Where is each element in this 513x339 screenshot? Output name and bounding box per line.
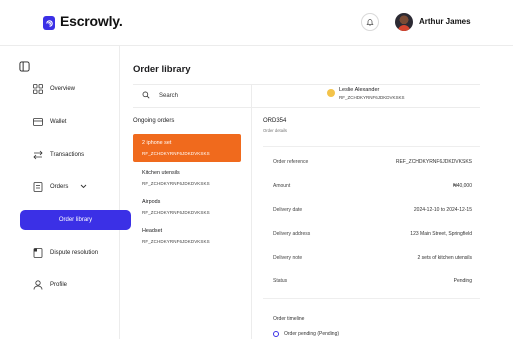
merchant-name: Leslie Alexander — [339, 87, 380, 93]
order-ref: RF_ZCHDKYRNF6JDKDVKSKS — [142, 239, 210, 244]
order-name: Airpods — [142, 199, 161, 205]
detail-key: Delivery note — [273, 255, 303, 261]
search-input[interactable]: Search — [133, 86, 251, 106]
orders-icon — [32, 181, 44, 193]
chevron-down-icon[interactable] — [80, 184, 87, 191]
order-list-item[interactable]: 2 iphone set RF_ZCHDKYRNF6JDKDVKSKS — [133, 134, 241, 162]
detail-value: Pending — [453, 278, 472, 284]
sidebar-item-label: Profile — [50, 282, 68, 288]
detail-row: Delivery address 123 Main Street, Springf… — [263, 231, 480, 243]
order-name: Headset — [142, 228, 163, 234]
order-name: Kitchen utensils — [142, 170, 180, 176]
timeline-item: Order pending (Pending) — [284, 331, 340, 337]
merchant-ref: RF_ZCHDKYRNF6JDKDVKSKS — [339, 95, 405, 100]
brand-name: Escrowly. — [60, 13, 123, 29]
notification-bell-icon[interactable] — [361, 13, 379, 31]
sidebar-item-label: Order library — [58, 217, 93, 223]
order-list-item[interactable]: Kitchen utensils RF_ZCHDKYRNF6JDKDVKSKS — [133, 164, 241, 192]
sidebar-item-profile[interactable]: Profile — [20, 275, 130, 295]
sidebar-item-wallet[interactable]: Wallet — [20, 112, 130, 132]
order-details-panel: Order reference REF_ZCHDKYRNF6JDKDVKSKS A… — [263, 146, 480, 299]
merchant-logo-icon — [327, 89, 335, 97]
user-name[interactable]: Arthur James — [419, 17, 471, 26]
sidebar-item-label: Overview — [50, 86, 76, 92]
grid-icon — [32, 83, 44, 95]
ongoing-orders-label: Ongoing orders — [133, 118, 175, 124]
detail-key: Order reference — [273, 159, 309, 165]
detail-value: REF_ZCHDKYRNF6JDKDVKSKS — [395, 159, 472, 165]
user-icon — [32, 279, 44, 291]
detail-key: Delivery address — [273, 231, 311, 237]
order-list-item[interactable]: Headset RF_ZCHDKYRNF6JDKDVKSKS — [133, 222, 241, 250]
detail-key: Delivery date — [273, 207, 303, 213]
divider — [133, 107, 480, 108]
sidebar-item-label: Transactions — [50, 152, 85, 158]
order-ref: RF_ZCHDKYRNF6JDKDVKSKS — [142, 151, 210, 156]
top-header: Escrowly. Arthur James — [0, 0, 513, 46]
timeline-dot-icon — [273, 331, 279, 337]
order-list-item[interactable]: Airpods RF_ZCHDKYRNF6JDKDVKSKS — [133, 193, 241, 221]
detail-key: Status — [273, 278, 288, 284]
sidebar-item-overview[interactable]: Overview — [20, 79, 130, 99]
divider — [133, 84, 480, 85]
order-subtitle: Order details — [263, 128, 287, 133]
order-ref: RF_ZCHDKYRNF6JDKDVKSKS — [142, 181, 210, 186]
detail-row: Amount ₦40,000 — [263, 183, 480, 195]
detail-value: 2 sets of kitchen utensils — [417, 255, 472, 261]
logo-icon — [43, 16, 55, 30]
sidebar-item-label: Wallet — [50, 119, 67, 125]
dispute-icon — [32, 247, 44, 259]
detail-key: Amount — [273, 183, 291, 189]
sidebar-item-transactions[interactable]: Transactions — [20, 145, 130, 165]
wallet-icon — [32, 116, 44, 128]
sidebar-item-order-library[interactable]: Order library — [20, 210, 131, 230]
divider — [251, 84, 252, 339]
order-name: 2 iphone set — [142, 140, 172, 146]
timeline-title: Order timeline — [273, 316, 305, 322]
sidebar-item-label: Dispute resolution — [50, 250, 99, 256]
detail-row: Status Pending — [263, 278, 480, 290]
page-title: Order library — [133, 64, 191, 75]
sidebar-item-label: Orders — [50, 184, 69, 190]
detail-value: ₦40,000 — [453, 183, 472, 189]
sidebar-item-orders[interactable]: Orders — [20, 177, 130, 197]
sidebar-item-dispute-resolution[interactable]: Dispute resolution — [20, 243, 130, 263]
transfer-icon — [32, 149, 44, 161]
detail-row: Delivery note 2 sets of kitchen utensils — [263, 255, 480, 267]
search-icon — [142, 91, 150, 101]
order-ref: RF_ZCHDKYRNF6JDKDVKSKS — [142, 210, 210, 215]
detail-row: Order reference REF_ZCHDKYRNF6JDKDVKSKS — [263, 159, 480, 171]
detail-value: 2024-12-10 to 2024-12-15 — [413, 207, 472, 213]
sidebar-collapse-icon[interactable] — [19, 59, 30, 77]
avatar[interactable] — [395, 13, 413, 31]
detail-row: Delivery date 2024-12-10 to 2024-12-15 — [263, 207, 480, 219]
detail-value: 123 Main Street, Springfield — [410, 231, 472, 237]
search-placeholder: Search — [159, 93, 179, 99]
order-id: ORD354 — [263, 118, 287, 124]
